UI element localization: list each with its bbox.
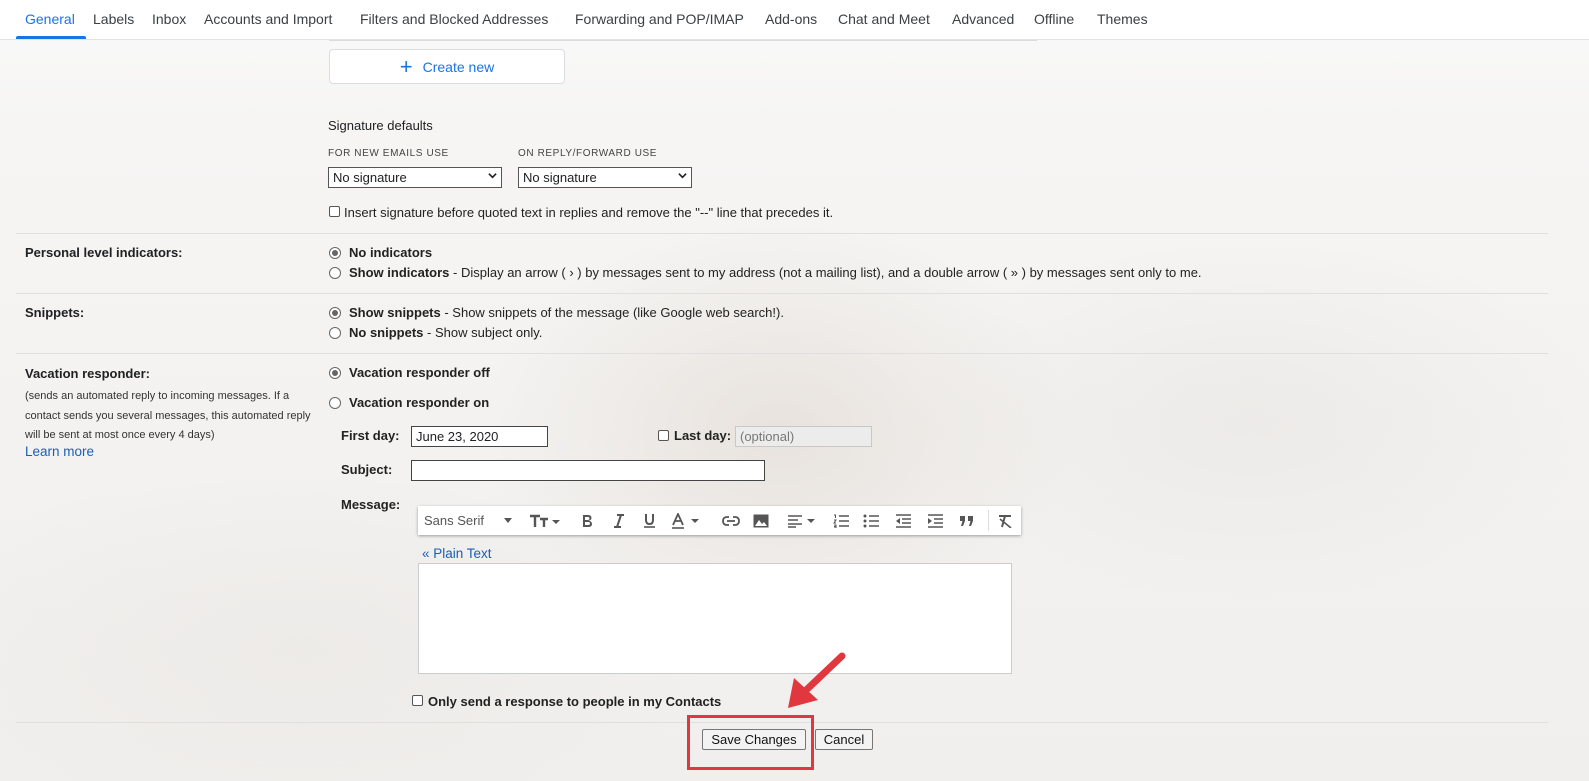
reply-forward-signature-select[interactable]: No signature <box>518 167 692 188</box>
font-size-button[interactable] <box>524 506 564 535</box>
insert-link-button[interactable] <box>718 506 744 535</box>
plus-icon: + <box>399 53 413 79</box>
reply-forward-label: ON REPLY/FORWARD USE <box>518 148 658 159</box>
last-day-input[interactable]: (optional) <box>735 426 872 447</box>
vacation-off-label: Vacation responder off <box>349 365 490 380</box>
text-color-icon <box>672 512 699 529</box>
remove-formatting-button[interactable] <box>992 506 1018 535</box>
message-editor[interactable] <box>418 563 1012 674</box>
section-divider <box>16 293 1548 294</box>
show-indicators-radio[interactable] <box>329 267 341 279</box>
show-indicators-label: Show indicators - Display an arrow ( › )… <box>349 265 1202 280</box>
text-color-button[interactable] <box>668 506 704 535</box>
tab-forwarding-and-pop-imap[interactable]: Forwarding and POP/IMAP <box>575 11 744 27</box>
contacts-only-checkbox[interactable] <box>412 695 423 706</box>
tab-general[interactable]: General <box>25 11 75 27</box>
last-day-checkbox[interactable] <box>658 430 669 441</box>
bulleted-list-button[interactable] <box>858 506 884 535</box>
font-family-dropdown[interactable]: Sans Serif <box>422 506 518 535</box>
last-day-label: Last day: <box>674 428 732 443</box>
chevron-down-icon <box>678 173 687 179</box>
align-left-icon <box>788 514 815 528</box>
tab-accounts-and-import[interactable]: Accounts and Import <box>204 11 332 27</box>
indent-less-button[interactable] <box>890 506 916 535</box>
indent-less-icon <box>896 513 911 528</box>
insert-signature-before-checkbox[interactable] <box>329 206 340 217</box>
no-indicators-radio[interactable] <box>329 247 341 259</box>
caret-down-icon <box>504 518 512 523</box>
formatting-toolbar: Sans Serif <box>418 506 1021 535</box>
numbered-list-icon <box>833 514 849 528</box>
first-day-input[interactable]: June 23, 2020 <box>411 426 548 447</box>
subject-input[interactable] <box>411 460 765 481</box>
insert-signature-before-label: Insert signature before quoted text in r… <box>344 205 834 220</box>
section-divider <box>16 353 1548 354</box>
subject-label: Subject: <box>341 462 393 477</box>
tab-themes[interactable]: Themes <box>1097 11 1148 27</box>
cancel-button[interactable]: Cancel <box>815 729 873 750</box>
no-snippets-radio[interactable] <box>329 327 341 339</box>
active-tab-indicator <box>16 36 86 39</box>
link-icon <box>722 515 740 526</box>
show-snippets-radio[interactable] <box>329 307 341 319</box>
bold-button[interactable] <box>574 506 600 535</box>
vacation-responder-title: Vacation responder: <box>25 366 150 381</box>
tab-offline[interactable]: Offline <box>1034 11 1074 27</box>
snippets-title: Snippets: <box>25 305 85 320</box>
first-day-label: First day: <box>341 428 400 443</box>
image-icon <box>753 514 769 527</box>
contacts-only-label: Only send a response to people in my Con… <box>428 694 722 709</box>
section-divider <box>16 233 1548 234</box>
underline-icon <box>643 514 655 528</box>
new-emails-signature-value: No signature <box>333 170 407 185</box>
save-changes-highlight-box <box>687 715 814 770</box>
chevron-down-icon <box>488 173 497 179</box>
tab-labels[interactable]: Labels <box>93 11 134 27</box>
vacation-off-radio[interactable] <box>329 367 341 379</box>
indent-more-button[interactable] <box>922 506 948 535</box>
signature-defaults-title: Signature defaults <box>328 118 433 133</box>
tab-advanced[interactable]: Advanced <box>952 11 1014 27</box>
tab-chat-and-meet[interactable]: Chat and Meet <box>838 11 930 27</box>
message-label: Message: <box>341 497 401 512</box>
indent-more-icon <box>928 513 943 528</box>
font-family-value: Sans Serif <box>424 513 484 528</box>
bulleted-list-icon <box>863 514 879 527</box>
new-emails-label: FOR NEW EMAILS USE <box>328 148 449 159</box>
numbered-list-button[interactable] <box>828 506 854 535</box>
reply-forward-signature-value: No signature <box>523 170 597 185</box>
font-size-icon <box>530 514 560 527</box>
vacation-on-label: Vacation responder on <box>349 395 490 410</box>
quote-button[interactable] <box>954 506 980 535</box>
remove-formatting-icon <box>999 514 1012 528</box>
plain-text-link[interactable]: « Plain Text <box>422 546 492 561</box>
settings-tab-bar: General Labels Inbox Accounts and Import… <box>0 0 1589 40</box>
toolbar-separator <box>988 510 989 531</box>
italic-button[interactable] <box>606 506 632 535</box>
tab-add-ons[interactable]: Add-ons <box>765 11 817 27</box>
no-indicators-label: No indicators <box>349 245 433 260</box>
personal-level-indicators-title: Personal level indicators: <box>25 245 183 260</box>
red-arrow-icon <box>788 652 846 708</box>
tab-inbox[interactable]: Inbox <box>152 11 186 27</box>
signature-list-border <box>329 40 1037 41</box>
vacation-on-radio[interactable] <box>329 397 341 409</box>
learn-more-link[interactable]: Learn more <box>25 444 94 459</box>
align-button[interactable] <box>784 506 820 535</box>
underline-button[interactable] <box>636 506 662 535</box>
no-snippets-label: No snippets - Show subject only. <box>349 325 543 340</box>
new-emails-signature-select[interactable]: No signature <box>328 167 502 188</box>
insert-image-button[interactable] <box>748 506 774 535</box>
show-snippets-label: Show snippets - Show snippets of the mes… <box>349 305 784 320</box>
tab-filters-and-blocked-addresses[interactable]: Filters and Blocked Addresses <box>360 11 548 27</box>
create-new-signature-button[interactable]: + Create new <box>329 49 565 84</box>
quote-icon <box>960 515 973 526</box>
create-new-label: Create new <box>422 58 495 75</box>
bold-icon <box>583 514 592 527</box>
italic-icon <box>614 513 624 528</box>
vacation-responder-note: (sends an automated reply to incoming me… <box>25 390 311 441</box>
